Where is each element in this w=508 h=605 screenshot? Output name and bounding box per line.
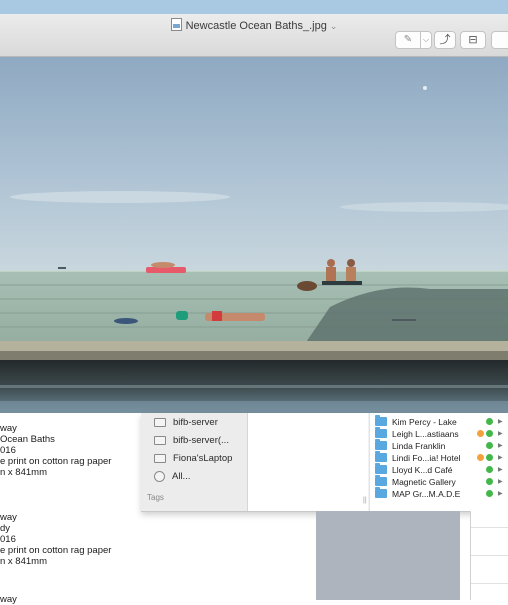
disclosure-arrow-icon[interactable]: ▶ <box>498 418 503 425</box>
window-title[interactable]: Newcastle Ocean Baths_.jpg ⌄ <box>0 18 508 32</box>
folder-icon <box>375 451 387 462</box>
folder-name: MAP Gr...M.A.D.E <box>392 488 461 499</box>
divider <box>471 583 508 584</box>
chevron-down-icon[interactable]: ⌵ <box>421 32 431 48</box>
list-item[interactable]: Lindi Fo...ia! Hotel <box>375 451 461 463</box>
sidebar-item-all[interactable]: All... <box>154 469 190 483</box>
sidebar-item-label: All... <box>172 470 191 482</box>
display-icon <box>154 417 166 427</box>
doc-line: Ocean Baths <box>0 434 55 445</box>
doc-line: e print on cotton rag paper <box>0 456 112 467</box>
photo-image <box>0 57 508 413</box>
jpeg-file-icon <box>170 18 182 31</box>
folder-icon <box>375 427 387 438</box>
finder-sidebar: bifb-server bifb-server(... Fiona'sLapto… <box>141 413 248 511</box>
green-tag-icon <box>486 418 493 425</box>
pen-icon[interactable]: ✎ <box>396 32 421 48</box>
doc-line: n x 841mm <box>0 467 47 478</box>
list-item[interactable]: Lloyd K...d Café <box>375 463 453 475</box>
disclosure-arrow-icon[interactable]: ▶ <box>498 442 503 449</box>
disclosure-arrow-icon[interactable]: ▶ <box>498 430 503 437</box>
folder-icon <box>375 475 387 486</box>
doc-line: way <box>0 512 17 523</box>
green-tag-icon <box>486 442 493 449</box>
sidebar-item-label: bifb-server(... <box>173 434 229 446</box>
doc-line: dy <box>0 523 11 534</box>
green-tag-icon <box>486 466 493 473</box>
orange-tag-icon <box>477 454 484 461</box>
folder-icon <box>375 487 387 498</box>
doc-line: way <box>0 423 17 434</box>
share-icon: ⤴ <box>439 33 451 46</box>
finder-window: bifb-server bifb-server(... Fiona'sLapto… <box>141 413 508 512</box>
doc-line: 016 <box>0 445 16 456</box>
divider <box>471 555 508 556</box>
window-title-text: Newcastle Ocean Baths_.jpg <box>185 20 327 32</box>
folder-name: Magnetic Gallery <box>392 476 456 487</box>
green-tag-icon <box>486 490 493 497</box>
folder-icon <box>375 415 387 426</box>
green-tag-icon <box>486 478 493 485</box>
doc-line: n x 841mm <box>0 556 47 567</box>
list-item[interactable]: Linda Franklin <box>375 439 446 451</box>
orange-tag-icon <box>477 430 484 437</box>
divider <box>471 527 508 528</box>
folder-name: Linda Franklin <box>392 440 446 451</box>
globe-icon <box>154 470 165 482</box>
folder-name: Lloyd K...d Café <box>392 464 453 475</box>
sidebar-item-label: bifb-server <box>173 416 218 428</box>
toolbox-icon: ⊟ <box>468 33 478 46</box>
markup-toolbox-button[interactable]: ⊟ <box>460 31 486 49</box>
sidebar-item-bifb-server-2[interactable]: bifb-server(... <box>154 433 229 447</box>
share-button[interactable]: ⤴ <box>434 31 456 49</box>
desktop-background <box>0 0 508 14</box>
folder-name: Kim Percy - Lake <box>392 416 457 427</box>
sidebar-tags-heading: Tags <box>147 493 164 502</box>
server-icon <box>154 435 166 445</box>
green-tag-icon <box>486 430 493 437</box>
disclosure-arrow-icon[interactable]: ▶ <box>498 454 503 461</box>
green-tag-icon <box>486 454 493 461</box>
disclosure-arrow-icon[interactable]: ▶ <box>498 466 503 473</box>
finder-column-folders: Kim Percy - Lake Leigh L...astiaans Lind… <box>369 413 508 511</box>
document-text: way Ocean Baths 016 e print on cotton ra… <box>0 413 150 605</box>
sidebar-item-fionas-laptop[interactable]: Fiona'sLaptop <box>154 451 232 465</box>
folder-name: Lindi Fo...ia! Hotel <box>392 452 461 463</box>
folder-icon <box>375 439 387 450</box>
background-window-pane <box>470 511 508 600</box>
title-chevron-icon[interactable]: ⌄ <box>330 21 338 31</box>
folder-icon <box>375 463 387 474</box>
column-resize-handle[interactable]: || <box>363 497 367 504</box>
background-window-panel <box>316 511 460 600</box>
search-button[interactable] <box>491 31 508 49</box>
laptop-icon <box>154 453 166 463</box>
list-item[interactable]: Magnetic Gallery <box>375 475 456 487</box>
doc-line: e print on cotton rag paper <box>0 545 112 556</box>
sidebar-item-bifb-server[interactable]: bifb-server <box>154 415 218 429</box>
list-item[interactable]: MAP Gr...M.A.D.E <box>375 487 461 499</box>
finder-column-middle[interactable] <box>248 413 368 511</box>
doc-line: 016 <box>0 534 16 545</box>
list-item[interactable]: Kim Percy - Lake <box>375 415 457 427</box>
folder-name: Leigh L...astiaans <box>392 428 459 439</box>
disclosure-arrow-icon[interactable]: ▶ <box>498 478 503 485</box>
list-item[interactable]: Leigh L...astiaans <box>375 427 459 439</box>
markup-pen-button[interactable]: ✎ ⌵ <box>395 31 432 49</box>
disclosure-arrow-icon[interactable]: ▶ <box>498 490 503 497</box>
sidebar-item-label: Fiona'sLaptop <box>173 452 233 464</box>
